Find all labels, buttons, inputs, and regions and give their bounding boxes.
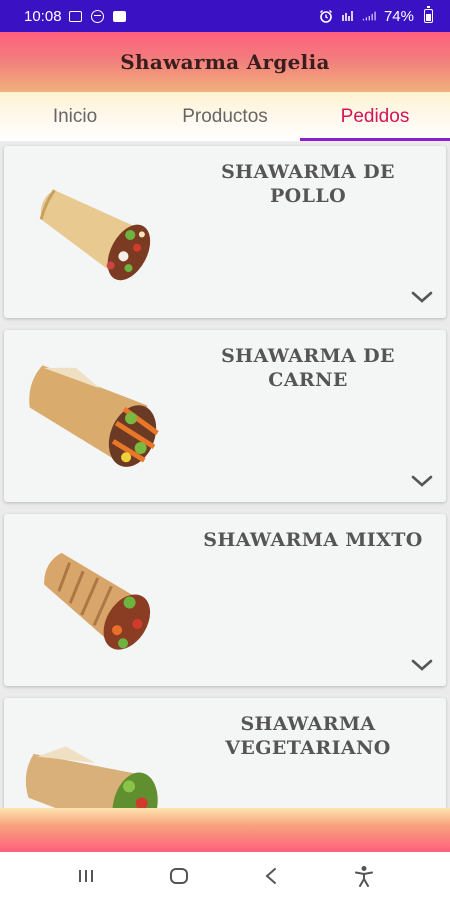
product-title-line: CARNE [268,369,348,391]
product-list[interactable]: SHAWARMA DE POLLO SHAWARMA DE CARNE SHAW… [0,142,450,808]
recent-apps-icon[interactable] [68,858,104,894]
product-title-line: SHAWARMA MIXTO [203,529,423,551]
tab-inicio[interactable]: Inicio [0,92,150,141]
product-title-line: SHAWARMA DE [221,161,395,183]
accessibility-icon[interactable] [346,858,382,894]
signal-icon [362,8,378,24]
back-icon[interactable] [253,858,289,894]
product-title-line: VEGETARIANO [225,737,391,759]
clock: 10:08 [24,7,62,25]
chicken-shawarma-image [39,189,151,281]
chevron-down-icon[interactable] [410,290,434,304]
mixed-shawarma-image [44,552,151,650]
product-card-mixto[interactable]: SHAWARMA MIXTO [4,514,446,686]
status-bar: 10:08 74% [0,0,450,32]
app-bar: Shawarma Argelia [0,32,450,92]
battery-percent: 74% [383,7,414,25]
product-title-line: POLLO [269,185,347,207]
tab-pedidos[interactable]: Pedidos [300,92,450,141]
product-card-vegetariano[interactable]: SHAWARMA VEGETARIANO [4,698,446,808]
battery-icon [420,6,436,24]
product-card-carne[interactable]: SHAWARMA DE CARNE [4,330,446,502]
tab-label: Pedidos [340,105,410,127]
tab-bar: Inicio Productos Pedidos [0,92,450,142]
alarm-icon [318,8,334,24]
chevron-down-icon[interactable] [410,658,434,672]
chevron-down-icon[interactable] [410,474,434,488]
product-title-line: SHAWARMA DE [221,345,395,367]
product-title: SHAWARMA DE POLLO [184,160,432,208]
status-left: 10:08 [24,8,128,25]
product-card-pollo[interactable]: SHAWARMA DE POLLO [4,146,446,318]
do-not-disturb-icon [90,8,106,24]
product-title-line: SHAWARMA [240,713,376,735]
message-icon [112,8,128,24]
product-title: SHAWARMA VEGETARIANO [184,712,432,760]
home-icon[interactable] [161,858,197,894]
tab-label: Inicio [52,105,98,127]
tab-label: Productos [182,105,268,127]
status-right: 74% [318,6,436,25]
system-nav-bar [0,852,450,900]
app-title: Shawarma Argelia [120,50,330,74]
beef-shawarma-image [29,365,159,467]
product-title: SHAWARMA DE CARNE [184,344,432,392]
wifi-calling-icon [340,8,356,24]
bottom-bar [0,808,450,852]
tab-productos[interactable]: Productos [150,92,300,141]
vegetarian-shawarma-image [25,746,158,808]
product-title: SHAWARMA MIXTO [194,528,432,552]
gallery-icon [68,8,84,24]
